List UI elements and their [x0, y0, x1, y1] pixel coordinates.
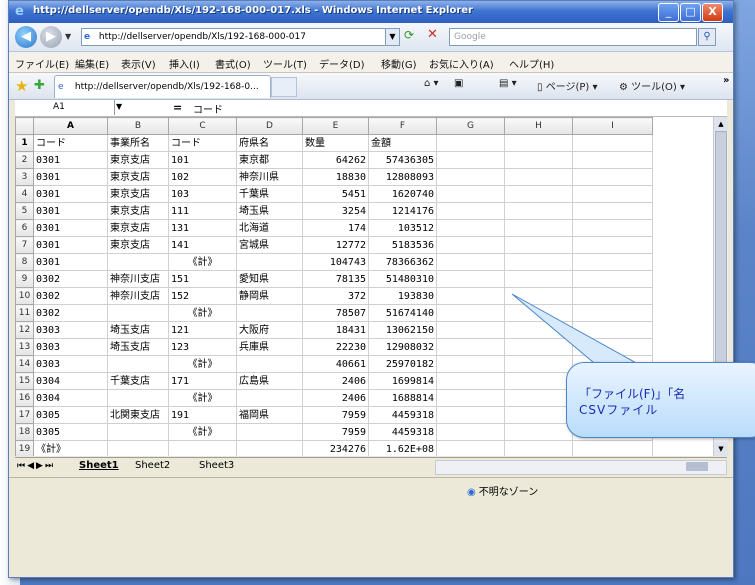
callout-line-2: CSVファイル [579, 403, 659, 417]
callout-pointer [511, 293, 642, 369]
callout-balloon: 「ファイル(F)」「名 CSVファイル [566, 362, 755, 438]
callout-line-1: 「ファイル(F)」「名 [579, 387, 686, 401]
